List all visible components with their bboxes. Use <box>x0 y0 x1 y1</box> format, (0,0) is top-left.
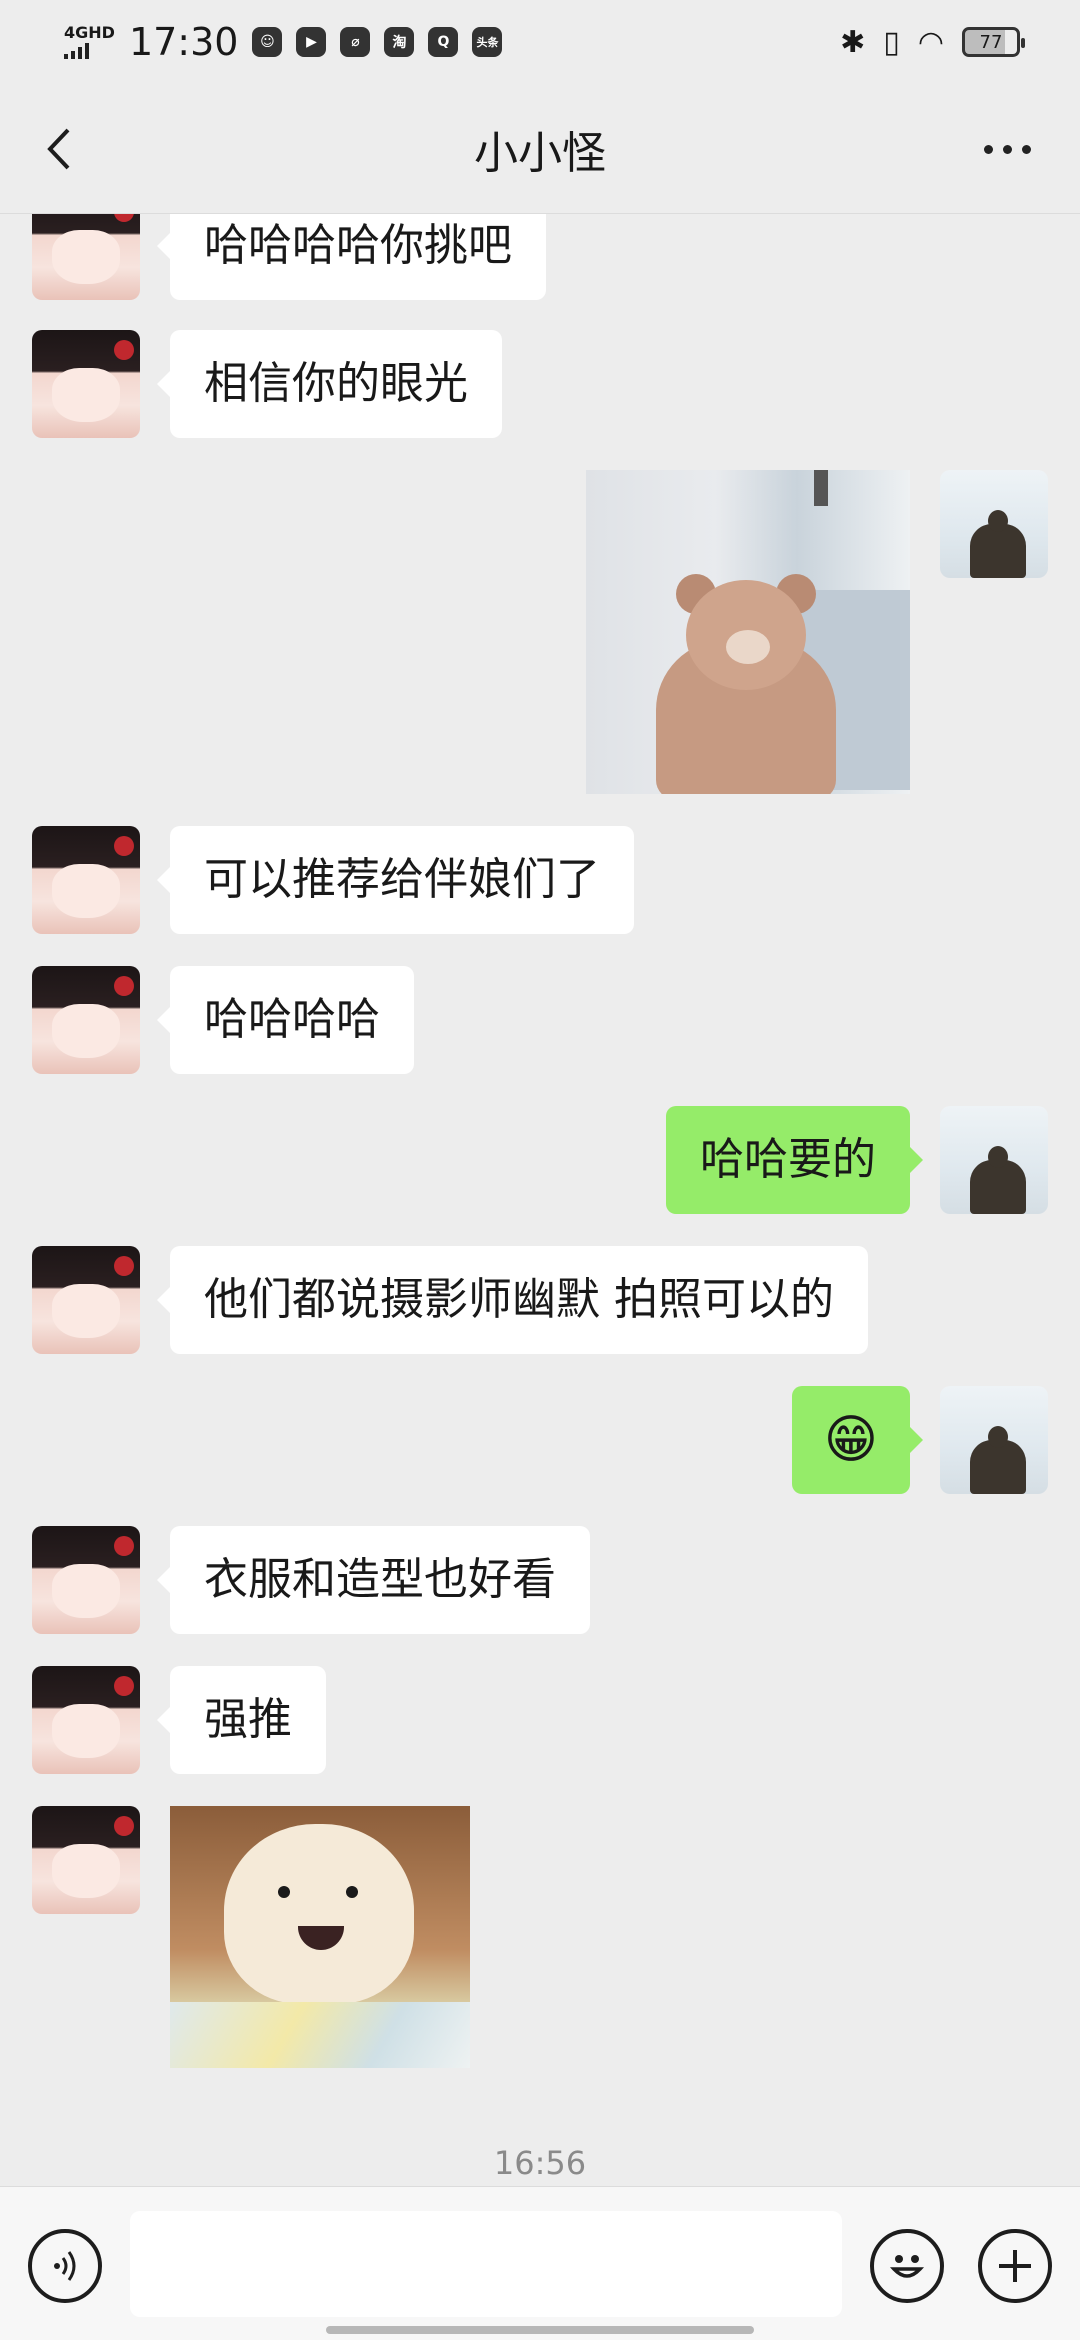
pomeranian-sticker[interactable] <box>170 1806 470 2068</box>
more-dot-icon <box>1022 144 1031 154</box>
message-bubble[interactable]: 强推 <box>157 1666 326 1774</box>
message-input[interactable] <box>130 2211 842 2317</box>
chat-area[interactable]: 哈哈哈哈你挑吧 相信你的眼光 可以推荐给伴娘们了 哈哈哈哈 哈哈要的 他们都说摄… <box>0 214 1080 2186</box>
leaf-icon: ⌀ <box>340 27 371 57</box>
bluetooth-icon: ✱ <box>840 24 866 60</box>
contact-avatar[interactable] <box>32 826 140 934</box>
my-avatar[interactable] <box>940 1106 1048 1214</box>
emoji-message-bubble[interactable]: 😁 <box>791 1386 924 1494</box>
person-icon: ☺ <box>252 27 283 57</box>
voice-button[interactable] <box>28 2229 102 2303</box>
contact-avatar[interactable] <box>32 214 140 300</box>
network-label: 4GHD <box>64 23 115 42</box>
contact-avatar[interactable] <box>32 1526 140 1634</box>
smiley-icon <box>889 2255 925 2278</box>
q-icon: Q <box>428 27 459 57</box>
message-bubble[interactable]: 哈哈哈哈你挑吧 <box>157 214 546 300</box>
vibrate-icon: ▯ <box>883 24 900 60</box>
status-right: ✱ ▯ ◠ 77 <box>840 24 1025 60</box>
message-bubble[interactable]: 哈哈要的 <box>666 1106 923 1214</box>
battery-icon: 77 <box>962 27 1025 57</box>
my-avatar[interactable] <box>940 470 1048 578</box>
nav-bar: 小小怪 <box>0 84 1080 214</box>
emoji-button[interactable] <box>870 2229 944 2303</box>
signal-icon <box>64 43 115 59</box>
taobao-icon: 淘 <box>384 27 415 57</box>
network-indicator: 4GHD <box>64 25 115 59</box>
contact-avatar[interactable] <box>32 1666 140 1774</box>
home-indicator[interactable] <box>326 2326 754 2334</box>
more-dot-icon <box>1003 144 1012 154</box>
bear-costume-photo[interactable] <box>586 470 910 794</box>
more-dot-icon <box>984 144 993 154</box>
chat-timestamp: 16:56 <box>493 2144 587 2182</box>
toutiao-icon: 头条 <box>472 27 503 57</box>
status-time: 17:30 <box>128 20 239 64</box>
message-bubble[interactable]: 衣服和造型也好看 <box>157 1526 590 1634</box>
my-avatar[interactable] <box>940 1386 1048 1494</box>
message-bubble[interactable]: 可以推荐给伴娘们了 <box>157 826 634 934</box>
battery-level: 77 <box>979 31 1003 53</box>
status-bar: 4GHD 17:30 ☺ ▶ ⌀ 淘 Q 头条 ✱ ▯ ◠ 77 <box>0 0 1080 84</box>
more-button[interactable] <box>984 134 1040 164</box>
contact-avatar[interactable] <box>32 330 140 438</box>
chevron-left-icon <box>47 128 70 170</box>
contact-avatar[interactable] <box>32 966 140 1074</box>
message-bubble[interactable]: 他们都说摄影师幽默 拍照可以的 <box>157 1246 868 1354</box>
wifi-icon: ◠ <box>917 24 944 60</box>
contact-avatar[interactable] <box>32 1806 140 1914</box>
status-left: 4GHD 17:30 ☺ ▶ ⌀ 淘 Q 头条 <box>64 20 503 64</box>
back-button[interactable] <box>36 124 86 174</box>
plus-icon <box>999 2250 1031 2282</box>
video-icon: ▶ <box>296 27 327 57</box>
more-actions-button[interactable] <box>978 2229 1052 2303</box>
chat-title: 小小怪 <box>474 127 606 179</box>
voice-icon <box>54 2251 76 2281</box>
contact-avatar[interactable] <box>32 1246 140 1354</box>
input-bar <box>0 2186 1080 2340</box>
message-bubble[interactable]: 哈哈哈哈 <box>157 966 414 1074</box>
message-bubble[interactable]: 相信你的眼光 <box>157 330 502 438</box>
